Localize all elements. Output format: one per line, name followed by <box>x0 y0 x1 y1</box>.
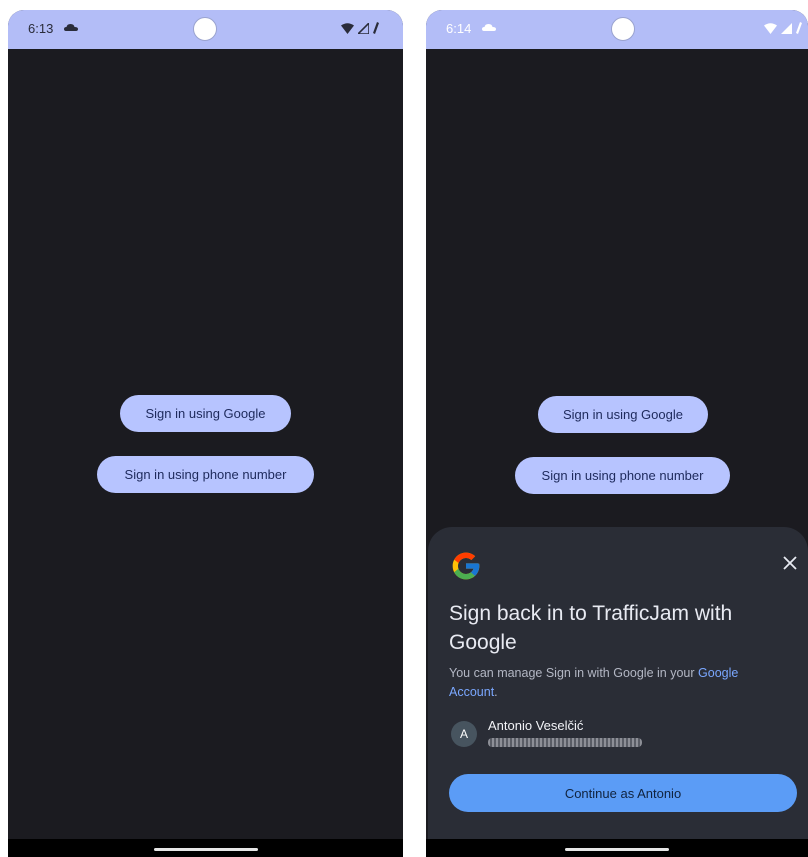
redacted-email <box>488 738 642 747</box>
camera-cutout <box>611 17 635 41</box>
cloud-icon <box>482 24 496 31</box>
status-time: 6:13 <box>28 21 54 36</box>
navigation-bar <box>8 839 403 857</box>
sign-in-phone-button[interactable]: Sign in using phone number <box>97 456 314 493</box>
account-name[interactable]: Antonio Veselčić <box>488 718 583 733</box>
continue-button[interactable]: Continue as Antonio <box>449 774 797 812</box>
battery-icon <box>373 22 379 34</box>
close-icon[interactable] <box>782 555 798 571</box>
phone-screen-left: 6:13 Sign in using Google Sign in using … <box>8 10 403 857</box>
sheet-title: Sign back in to TrafficJam with Google <box>449 602 733 654</box>
battery-icon <box>796 22 802 34</box>
subtitle-period: . <box>494 685 498 699</box>
sheet-subtitle: You can manage Sign in with Google in yo… <box>449 664 779 702</box>
navigation-bar <box>426 839 808 857</box>
wifi-icon <box>341 22 354 34</box>
camera-cutout <box>193 17 217 41</box>
home-gesture-handle[interactable] <box>565 848 669 851</box>
cloud-icon <box>64 24 78 31</box>
home-gesture-handle[interactable] <box>153 848 258 851</box>
sign-in-google-button[interactable]: Sign in using Google <box>538 396 708 433</box>
status-bar: 6:14 <box>426 10 808 49</box>
subtitle-text: You can manage Sign in with Google in yo… <box>449 666 699 680</box>
signal-icon <box>358 22 369 34</box>
sign-in-phone-button[interactable]: Sign in using phone number <box>515 457 730 494</box>
status-time: 6:14 <box>446 21 472 36</box>
status-icons <box>764 22 802 34</box>
phone-screen-right: 6:14 Sign in using Google Sign in using … <box>426 10 808 857</box>
signal-icon <box>781 22 792 34</box>
google-g-logo <box>452 552 480 580</box>
status-bar: 6:13 <box>8 10 403 49</box>
avatar: A <box>451 721 477 747</box>
sign-in-google-button[interactable]: Sign in using Google <box>120 395 291 432</box>
wifi-icon <box>764 22 777 34</box>
google-sign-in-sheet: Sign back in to TrafficJam with Google Y… <box>428 527 808 839</box>
status-icons <box>341 22 379 34</box>
